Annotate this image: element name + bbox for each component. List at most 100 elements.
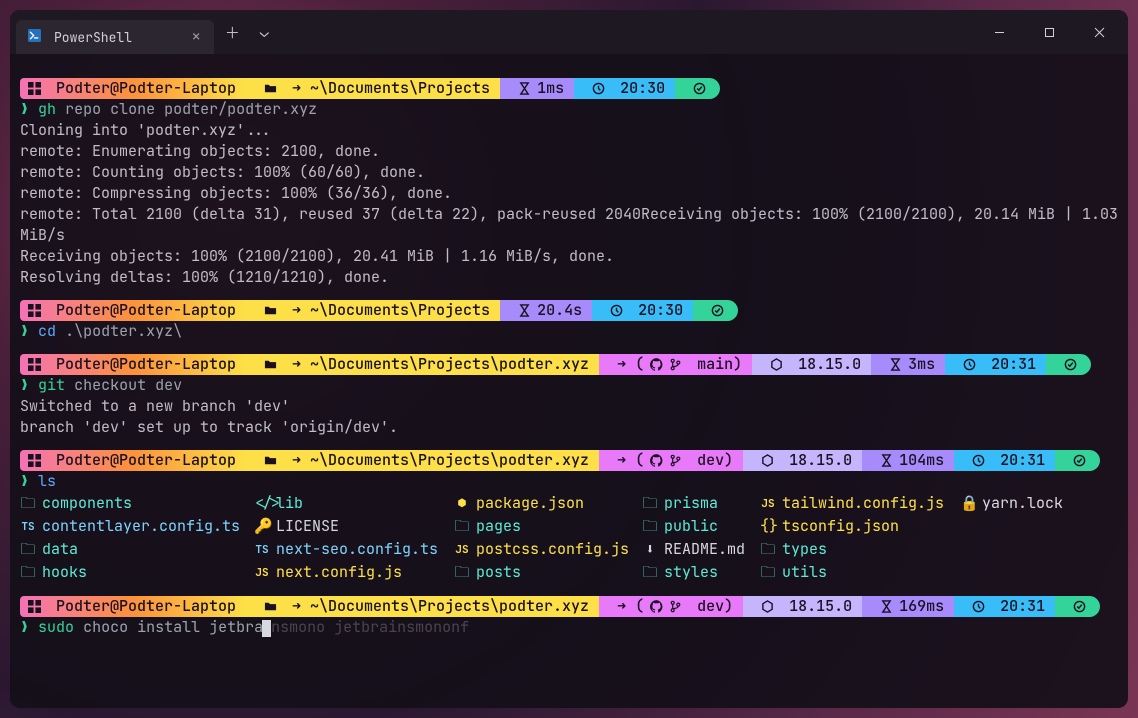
prompt-status-segment: [1055, 450, 1100, 471]
ls-item: 🗀pages: [454, 515, 642, 538]
prompt-path-segment: ➜ ~\Documents\Projects\podter.xyz: [246, 354, 599, 375]
ls-item: 🗀components: [20, 492, 254, 515]
ls-item: 🗀prisma: [642, 492, 760, 515]
file-icon: ⬇: [642, 539, 658, 560]
file-icon: 🔑: [254, 516, 270, 537]
close-window-button[interactable]: [1076, 15, 1122, 49]
file-icon: JS: [454, 538, 470, 561]
prompt-duration-segment: 1ms: [500, 78, 574, 99]
prompt-user-segment: Podter@Podter-Laptop: [20, 450, 246, 471]
prompt-path-segment: ➜ ~\Documents\Projects\podter.xyz: [246, 596, 599, 617]
command-line: ❯ cd .\podter.xyz\: [20, 321, 1118, 342]
ls-item: 🗀utils: [760, 561, 960, 584]
file-icon: 🗀: [20, 562, 36, 583]
prompt-user-segment: Podter@Podter-Laptop: [20, 596, 246, 617]
ls-item: JSpostcss.config.js: [454, 538, 642, 561]
file-icon: 🗀: [454, 516, 470, 537]
ls-item: TScontentlayer.config.ts: [20, 515, 254, 538]
output-line: remote: Enumerating objects: 2100, done.: [20, 141, 1118, 162]
file-icon: 🗀: [20, 539, 36, 560]
output-line: Resolving deltas: 100% (1210/1210), done…: [20, 267, 1118, 288]
output-line: branch 'dev' set up to track 'origin/dev…: [20, 417, 1118, 438]
output-line: remote: Compressing objects: 100% (36/36…: [20, 183, 1118, 204]
ls-item: {}tsconfig.json: [760, 515, 960, 538]
ls-item: ⬢package.json: [454, 492, 642, 515]
new-tab-button[interactable]: ＋: [218, 18, 246, 46]
ls-item: 🔑LICENSE: [254, 515, 454, 538]
prompt-line: Podter@Podter-Laptop ➜ ~\Documents\Proje…: [20, 596, 1118, 617]
prompt-node-segment: 18.15.0: [743, 596, 862, 617]
prompt-git-segment: ➜ ( main): [599, 354, 752, 375]
prompt-line: Podter@Podter-Laptop ➜ ~\Documents\Proje…: [20, 78, 1118, 99]
prompt-user-segment: Podter@Podter-Laptop: [20, 300, 246, 321]
file-icon: JS: [254, 561, 270, 584]
titlebar: PowerShell ✕ ＋ ⌄: [10, 10, 1128, 54]
prompt-duration-segment: 104ms: [862, 450, 954, 471]
file-icon: {}: [760, 516, 776, 537]
ls-item: 🗀data: [20, 538, 254, 561]
prompt-duration-segment: 3ms: [871, 354, 945, 375]
tab-powershell[interactable]: PowerShell ✕: [16, 20, 214, 54]
prompt-git-segment: ➜ ( dev): [599, 450, 743, 471]
prompt-duration-segment: 169ms: [862, 596, 954, 617]
file-icon: TS: [254, 538, 270, 561]
file-icon: 🗀: [642, 493, 658, 514]
cursor: [262, 620, 271, 637]
file-icon: 🗀: [642, 562, 658, 583]
file-icon: TS: [20, 515, 36, 538]
tab-dropdown-button[interactable]: ⌄: [250, 18, 278, 46]
ls-item: 🗀styles: [642, 561, 760, 584]
prompt-status-segment: [1055, 596, 1100, 617]
file-icon: </>: [254, 493, 270, 514]
prompt-duration-segment: 20.4s: [500, 300, 592, 321]
prompt-time-segment: 20:31: [954, 596, 1055, 617]
ls-item: </>lib: [254, 492, 454, 515]
prompt-status-segment: [675, 78, 720, 99]
file-icon: 🗀: [642, 516, 658, 537]
minimize-button[interactable]: [976, 15, 1022, 49]
prompt-line: Podter@Podter-Laptop ➜ ~\Documents\Proje…: [20, 354, 1118, 375]
prompt-time-segment: 20:30: [592, 300, 693, 321]
powershell-icon: [28, 29, 44, 45]
tab-title: PowerShell: [54, 29, 132, 46]
prompt-time-segment: 20:31: [954, 450, 1055, 471]
prompt-user-segment: Podter@Podter-Laptop: [20, 78, 246, 99]
prompt-path-segment: ➜ ~\Documents\Projects: [246, 78, 500, 99]
prompt-time-segment: 20:31: [945, 354, 1046, 375]
input-line[interactable]: ❯ sudo choco install jetbransmono jetbra…: [20, 617, 1118, 638]
prompt-time-segment: 20:30: [574, 78, 675, 99]
command-line: ❯ git checkout dev: [20, 375, 1118, 396]
maximize-button[interactable]: [1026, 15, 1072, 49]
prompt-line: Podter@Podter-Laptop ➜ ~\Documents\Proje…: [20, 450, 1118, 471]
ls-item: 🗀public: [642, 515, 760, 538]
prompt-user-segment: Podter@Podter-Laptop: [20, 354, 246, 375]
ls-output: 🗀components</>lib⬢package.json🗀prismaJSt…: [20, 492, 1118, 584]
prompt-git-segment: ➜ ( dev): [599, 596, 743, 617]
file-icon: 🗀: [760, 539, 776, 560]
ls-item: 🔒yarn.lock: [960, 492, 1118, 515]
prompt-path-segment: ➜ ~\Documents\Projects\podter.xyz: [246, 450, 599, 471]
tab-close-icon[interactable]: ✕: [192, 28, 200, 46]
file-icon: 🗀: [454, 562, 470, 583]
output-line: remote: Total 2100 (delta 31), reused 37…: [20, 204, 1118, 246]
prompt-status-segment: [693, 300, 738, 321]
ls-item: 🗀types: [760, 538, 960, 561]
file-icon: 🗀: [20, 493, 36, 514]
terminal-window: PowerShell ✕ ＋ ⌄ Podter@Podter-Laptop ➜ …: [10, 10, 1128, 708]
output-line: Switched to a new branch 'dev': [20, 396, 1118, 417]
output-line: Cloning into 'podter.xyz'...: [20, 120, 1118, 141]
terminal-body[interactable]: Podter@Podter-Laptop ➜ ~\Documents\Proje…: [10, 54, 1128, 708]
prompt-node-segment: 18.15.0: [743, 450, 862, 471]
ls-item: JStailwind.config.js: [760, 492, 960, 515]
file-icon: ⬢: [454, 493, 470, 514]
prompt-node-segment: 18.15.0: [752, 354, 871, 375]
command-line: ❯ gh repo clone podter/podter.xyz: [20, 99, 1118, 120]
ls-item: 🗀posts: [454, 561, 642, 584]
ls-item: JSnext.config.js: [254, 561, 454, 584]
file-icon: JS: [760, 492, 776, 515]
ls-item: TSnext-seo.config.ts: [254, 538, 454, 561]
ls-item: ⬇README.md: [642, 538, 760, 561]
ls-item: 🗀hooks: [20, 561, 254, 584]
output-line: Receiving objects: 100% (2100/2100), 20.…: [20, 246, 1118, 267]
file-icon: 🗀: [760, 562, 776, 583]
